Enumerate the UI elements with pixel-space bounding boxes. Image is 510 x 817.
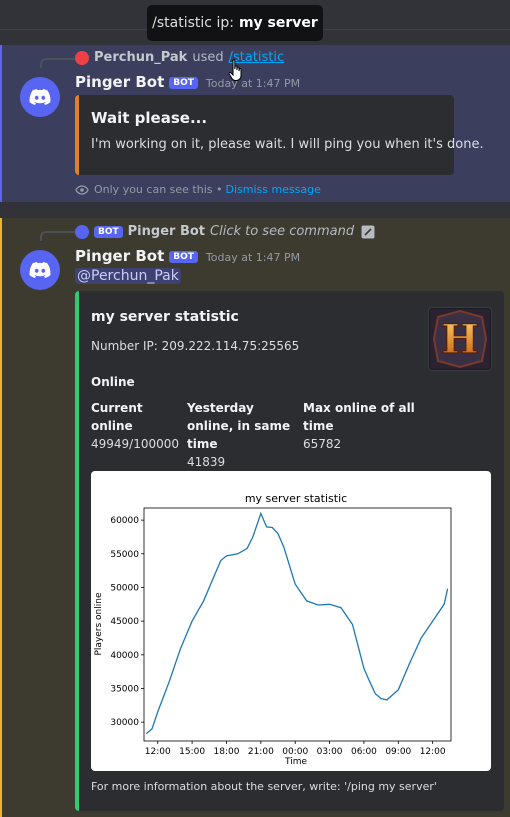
reply-connector [40, 58, 76, 68]
online-heading: Online [91, 375, 135, 389]
reply-preview[interactable]: BOT Pinger Bot Click to see command [75, 224, 375, 239]
y-axis-label: Players online [94, 592, 104, 655]
bot-avatar[interactable] [20, 250, 60, 290]
hand-cursor-icon [228, 58, 246, 82]
x-axis-ticks: 12:00 15:00 18:00 21:00 00:00 03:00 06:00 09:00… [145, 741, 446, 757]
discord-logo-icon [29, 262, 51, 278]
x-tick-label: 12:00 [420, 747, 446, 757]
field-value: 49949/100000 [91, 437, 180, 451]
reply-bot-tag: BOT [94, 225, 123, 238]
chart-title: my server statistic [245, 492, 347, 505]
bot-tag: BOT [169, 77, 198, 89]
dismiss-message-link[interactable]: Dismiss message [225, 183, 320, 196]
reply-username[interactable]: Pinger Bot [128, 224, 205, 239]
y-tick-label: 50000 [110, 583, 139, 593]
field-value: 41839 [187, 455, 226, 469]
tooltip-label: /statistic ip: [152, 15, 234, 31]
thumbnail-letter: H [441, 316, 479, 363]
y-tick-label: 45000 [110, 617, 139, 627]
field-current-online: Current online 49949/100000 [91, 399, 185, 453]
timestamp: Today at 1:47 PM [205, 251, 301, 264]
x-tick-label: 12:00 [145, 747, 171, 757]
user-mention[interactable]: @Perchun_Pak [75, 268, 181, 284]
x-tick-label: 00:00 [282, 747, 308, 757]
statistic-embed: my server statistic Number IP: 209.222.1… [75, 291, 504, 811]
tooltip-value: my server [238, 15, 318, 31]
embed-title: my server statistic [91, 309, 239, 325]
bot-avatar[interactable] [20, 77, 60, 117]
reply-username[interactable]: Perchun_Pak [94, 50, 187, 65]
author-row: Pinger Bot BOT Today at 1:47 PM [75, 247, 300, 265]
x-axis-label: Time [284, 757, 307, 767]
x-tick-label: 03:00 [317, 747, 343, 757]
slash-command-icon [361, 225, 375, 239]
series-line [145, 511, 449, 735]
statistic-chart[interactable]: my server statistic 12:00 15:00 18:00 21:00… [91, 471, 491, 771]
field-name: Max online of all time [303, 401, 415, 433]
wait-embed: Wait please... I'm working on it, please… [75, 95, 484, 175]
field-max-online: Max online of all time 65782 [303, 399, 415, 453]
embed-text: I'm working on it, please wait. I will p… [91, 137, 484, 152]
reply-connector [40, 231, 76, 241]
field-value: 65782 [303, 437, 342, 451]
y-tick-label: 40000 [110, 651, 139, 661]
y-tick-label: 35000 [110, 684, 139, 694]
embed-description: Number IP: 209.222.114.75:25565 [91, 339, 300, 353]
ephemeral-message[interactable]: Perchun_Pak used /statistic Pinger Bot B… [0, 45, 510, 202]
x-tick-label: 06:00 [351, 747, 377, 757]
embed-footer: For more information about the server, w… [91, 780, 437, 793]
ephemeral-text: Only you can see this • [94, 183, 223, 196]
x-tick-label: 09:00 [385, 747, 411, 757]
x-tick-label: 21:00 [248, 747, 274, 757]
author-name[interactable]: Pinger Bot [75, 247, 164, 265]
field-name: Yesterday online, in same time [187, 401, 291, 451]
y-axis-ticks: 30000 35000 40000 45000 50000 55000 60000 [110, 516, 144, 728]
discord-logo-icon [29, 89, 51, 105]
x-tick-label: 18:00 [214, 747, 240, 757]
ephemeral-notice: Only you can see this • Dismiss message [75, 183, 321, 196]
click-to-see-command[interactable]: Click to see command [210, 224, 354, 239]
command-tooltip: /statistic ip: my server [147, 5, 323, 41]
bot-tag: BOT [169, 251, 198, 263]
field-yesterday-online: Yesterday online, in same time 41839 [187, 399, 299, 471]
reply-bot-avatar [75, 224, 89, 239]
reply-preview[interactable]: Perchun_Pak used /statistic [75, 50, 284, 65]
x-tick-label: 15:00 [179, 747, 205, 757]
y-tick-label: 30000 [110, 718, 139, 728]
server-thumbnail[interactable]: H [428, 307, 492, 371]
server-logo: H [430, 309, 490, 369]
author-row: Pinger Bot BOT Today at 1:47 PM [75, 73, 300, 91]
statistic-message[interactable]: BOT Pinger Bot Click to see command Ping… [0, 218, 510, 817]
embed-title: Wait please... [91, 109, 208, 127]
y-tick-label: 60000 [110, 516, 139, 526]
timestamp: Today at 1:47 PM [205, 77, 301, 90]
y-tick-label: 55000 [110, 550, 139, 560]
field-name: Current online [91, 401, 143, 433]
author-name[interactable]: Pinger Bot [75, 73, 164, 91]
eye-icon [75, 184, 89, 195]
reply-user-avatar [75, 50, 89, 65]
reply-used-text: used [192, 50, 224, 65]
line-chart: my server statistic 12:00 15:00 18:00 21:00… [94, 492, 452, 767]
